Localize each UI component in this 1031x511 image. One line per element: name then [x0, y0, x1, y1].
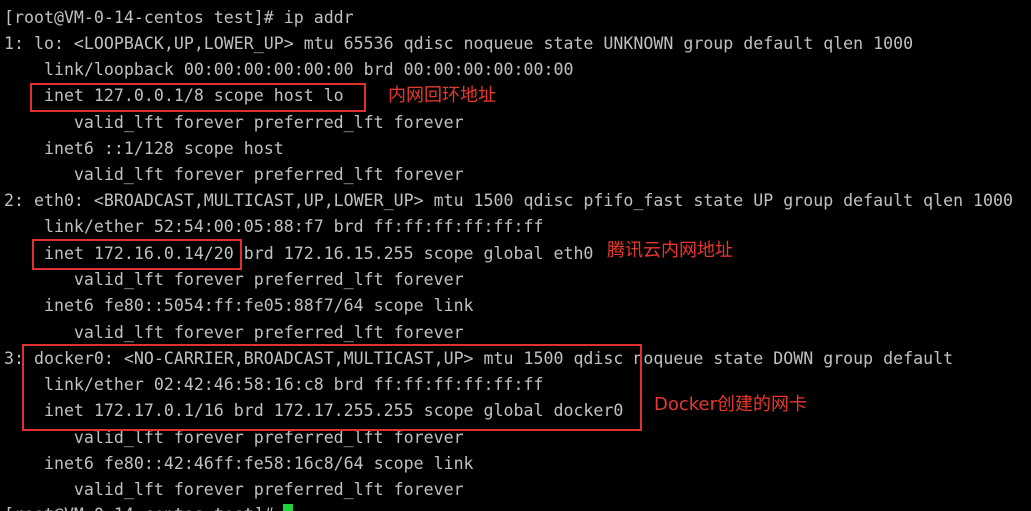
loopback-highlight-box	[30, 83, 366, 112]
output-line: valid_lft forever preferred_lft forever	[4, 270, 464, 289]
terminal-window[interactable]: [root@VM-0-14-centos test]# ip addr 1: l…	[0, 0, 1031, 511]
output-line: 2: eth0: <BROADCAST,MULTICAST,UP,LOWER_U…	[4, 191, 1014, 210]
output-line: link/loopback 00:00:00:00:00:00 brd 00:0…	[4, 60, 574, 79]
output-line: valid_lft forever preferred_lft forever	[4, 113, 464, 132]
output-line: valid_lft forever preferred_lft forever	[4, 323, 464, 342]
docker0-annotation: Docker创建的网卡	[654, 394, 808, 415]
eth0-highlight-box	[32, 239, 242, 270]
output-line: valid_lft forever preferred_lft forever	[4, 480, 464, 499]
prompt-command-line: [root@VM-0-14-centos test]# ip addr	[4, 8, 354, 27]
prompt-line: [root@VM-0-14-centos test]#	[4, 502, 284, 511]
terminal-cursor	[283, 504, 293, 511]
output-line: 1: lo: <LOOPBACK,UP,LOWER_UP> mtu 65536 …	[4, 34, 914, 53]
output-line: valid_lft forever preferred_lft forever	[4, 165, 464, 184]
docker0-highlight-box	[22, 344, 642, 431]
loopback-annotation: 内网回环地址	[388, 85, 496, 106]
eth0-annotation: 腾讯云内网地址	[607, 240, 733, 261]
output-line: inet6 ::1/128 scope host	[4, 139, 284, 158]
output-line: inet6 fe80::5054:ff:fe05:88f7/64 scope l…	[4, 296, 474, 315]
output-line: link/ether 52:54:00:05:88:f7 brd ff:ff:f…	[4, 217, 544, 236]
output-line: inet6 fe80::42:46ff:fe58:16c8/64 scope l…	[4, 454, 474, 473]
